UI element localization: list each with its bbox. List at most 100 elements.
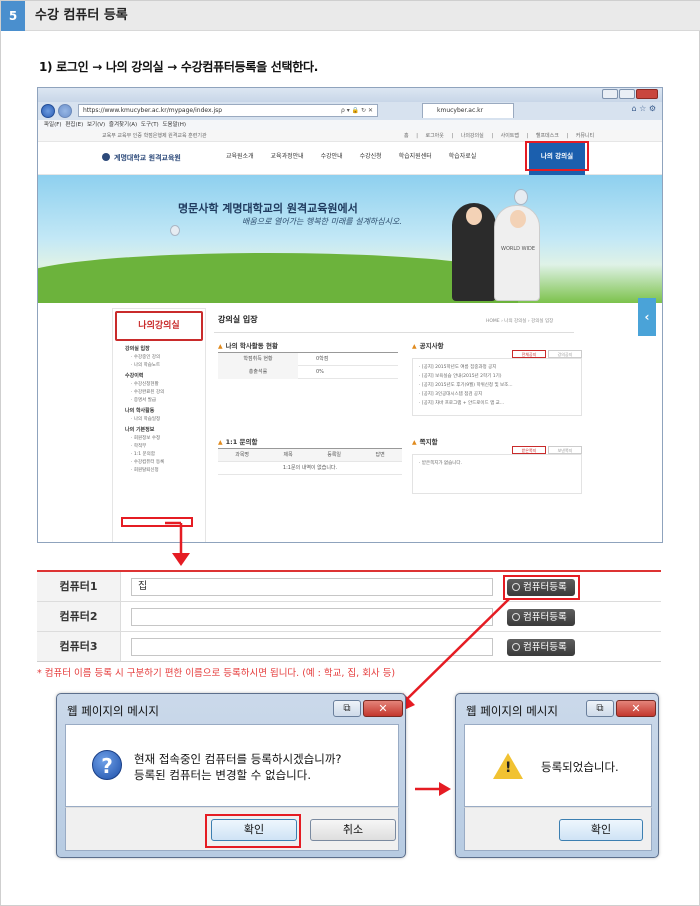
notice-item[interactable]: · [공지] 2015학년도 여름 집중과정 공지 — [419, 363, 575, 372]
result-ok-button[interactable]: 확인 — [559, 819, 643, 841]
sidebar-item[interactable]: · 수강완료된 강의 — [131, 389, 205, 395]
memo-tab-sent[interactable]: 보낸쪽지 — [548, 446, 582, 454]
memo-list: · 받은쪽지가 없습니다. — [412, 454, 582, 494]
section-header: 5 수강 컴퓨터 등록 — [1, 1, 700, 31]
collapse-arrow-icon[interactable]: ‹ — [638, 298, 656, 336]
sidebar-item[interactable]: · 1:1 문의함 — [131, 451, 205, 457]
dialog-message: 등록되었습니다. — [541, 760, 619, 774]
nav-item[interactable]: 학습지원센터 — [399, 151, 432, 160]
sidebar-item[interactable]: · 나의 학습노트 — [131, 362, 205, 368]
site-logo[interactable]: 계명대학교 원격교육원 — [114, 153, 181, 163]
form-row: 컴퓨터2 컴퓨터등록 — [37, 602, 661, 632]
address-bar-row: https://www.kmucyber.ac.kr/mypage/index.… — [38, 102, 662, 120]
confirm-cancel-button[interactable]: 취소 — [310, 819, 396, 841]
result-dialog: 웹 페이지의 메시지 ⧉ ✕ ! 등록되었습니다. 확인 — [455, 693, 659, 858]
question-icon: ? — [92, 750, 122, 780]
tutorial-page: 5 수강 컴퓨터 등록 1) 로그인 → 나의 강의실 → 수강컴퓨터등록을 선… — [0, 0, 700, 906]
dialog-title: 웹 페이지의 메시지 — [466, 704, 558, 718]
banner-title: 명문사학 계명대학교의 원격교육원에서 — [178, 202, 358, 215]
url-text: https://www.kmucyber.ac.kr/mypage/index.… — [83, 107, 223, 114]
browser-menubar[interactable]: 파일(F) 편집(E) 보기(V) 즐겨찾기(A) 도구(T) 도움말(H) — [38, 120, 662, 130]
minimize-icon[interactable] — [602, 89, 618, 99]
balloon-icon — [514, 189, 528, 205]
notice-tab-lecture[interactable]: 강의공지 — [548, 350, 582, 358]
topbar-left: 교육부 교육부 인증 학점은행제 원격교육 훈련기관 — [102, 133, 207, 139]
form-label: 컴퓨터1 — [37, 572, 121, 601]
my-lecture-sidebar: 나의강의실 강의실 입장 · 수강중인 강의 · 나의 학습노트 수강이력 · … — [112, 308, 206, 542]
arrow-to-form — [165, 521, 190, 566]
website: 교육부 교육부 인증 학점은행제 원격교육 훈련기관 홈 | 로그아웃 | 나의… — [38, 130, 662, 542]
banner-hill — [38, 253, 518, 303]
qna-header-row: 과목명 제목 등록일 답변 — [218, 449, 402, 462]
restore-icon[interactable]: ⧉ — [586, 700, 614, 717]
notice-item[interactable]: · [공지] 차바 프로그램 + 안드로이드 앱 교... — [419, 399, 575, 408]
sidebar-item[interactable]: · 증명서 발급 — [131, 397, 205, 403]
memo-section-title: ▲ 쪽지함 — [412, 438, 438, 446]
dialog-title: 웹 페이지의 메시지 — [67, 704, 159, 718]
student-photo — [452, 203, 496, 301]
sidebar-item[interactable]: · 수강신청현황 — [131, 381, 205, 387]
content-area: 강의실 입장 HOME › 나의 강의실 › 강의실 입장 ▲ 나의 학사활동 현… — [214, 308, 582, 542]
nav-items: 교육원소개 교육과정안내 수강안내 수강신청 학습지원센터 학습자료실 — [226, 151, 491, 160]
browser-tab[interactable]: kmucyber.ac.kr — [422, 103, 514, 118]
sidebar-item-computer-register[interactable]: · 수강컴퓨터 등록 — [131, 459, 205, 465]
sidebar-group[interactable]: 강의실 입장 — [125, 345, 205, 352]
nav-item[interactable]: 수강신청 — [360, 151, 382, 160]
browser-screenshot: https://www.kmucyber.ac.kr/mypage/index.… — [37, 87, 663, 543]
restore-icon[interactable]: ⧉ — [333, 700, 361, 717]
arrow-to-result — [415, 782, 451, 796]
highlight-my-lecture — [525, 141, 589, 171]
sidebar-item[interactable]: · 수강중인 강의 — [131, 354, 205, 360]
nav-item[interactable]: 교육과정안내 — [271, 151, 304, 160]
sidebar-item[interactable]: · 나의 학습일정 — [131, 416, 205, 422]
notice-list: · [공지] 2015학년도 여름 집중과정 공지 · [공지] 보육실습 안내… — [412, 358, 582, 416]
breadcrumb: HOME › 나의 강의실 › 강의실 입장 — [486, 319, 554, 324]
dialog-footer: 확인 — [464, 807, 652, 851]
close-icon[interactable] — [636, 89, 658, 99]
notice-section-title: ▲ 공지사항 — [412, 342, 444, 350]
triangle-icon: ▲ — [412, 439, 417, 446]
notice-item[interactable]: · [공지] 보육실습 안내(2015년 2학기 1기) — [419, 372, 575, 381]
warning-icon: ! — [493, 753, 523, 779]
dialog-close-button[interactable]: ✕ — [363, 700, 403, 717]
sidebar-group[interactable]: 나의 학사활동 — [125, 407, 205, 414]
notice-tab-all[interactable]: 전체공지 — [512, 350, 546, 358]
triangle-icon: ▲ — [412, 343, 417, 350]
sidebar-item[interactable]: · 회원탈퇴신청 — [131, 467, 205, 473]
sidebar-group[interactable]: 수강이력 — [125, 372, 205, 379]
nav-item[interactable]: 학습자료실 — [449, 151, 477, 160]
qna-section-title: ▲ 1:1 문의함 — [218, 438, 258, 446]
content-title: 강의실 입장 — [218, 315, 258, 324]
balloon-icon — [170, 225, 180, 236]
sidebar-group[interactable]: 나의 기본정보 — [125, 426, 205, 433]
banner-subtitle: 배움으로 열어가는 행복한 미래를 설계하십시오. — [242, 217, 402, 226]
nav-item[interactable]: 수강안내 — [321, 151, 343, 160]
activity-table: 학점취득 현황 0학점 총출석률 0% — [218, 352, 398, 379]
memo-tab-received[interactable]: 받은쪽지 — [512, 446, 546, 454]
maximize-icon[interactable] — [619, 89, 635, 99]
triangle-icon: ▲ — [218, 343, 223, 350]
forward-icon[interactable] — [58, 104, 72, 118]
confirm-dialog: 웹 페이지의 메시지 ⧉ ✕ ? 현재 접속중인 컴퓨터를 등록하시겠습니까? … — [56, 693, 406, 858]
section-title: 수강 컴퓨터 등록 — [35, 8, 128, 23]
memo-empty: · 받은쪽지가 없습니다. — [419, 461, 462, 466]
instruction-text: 1) 로그인 → 나의 강의실 → 수강컴퓨터등록을 선택한다. — [39, 60, 318, 74]
url-input[interactable]: https://www.kmucyber.ac.kr/mypage/index.… — [78, 104, 378, 117]
browser-titlebar — [38, 88, 662, 102]
url-controls: ρ ▾ 🔒 ↻ ✕ — [341, 107, 373, 114]
back-icon[interactable] — [41, 104, 55, 118]
hero-banner: 명문사학 계명대학교의 원격교육원에서 배움으로 열어가는 행복한 미래를 설계… — [38, 175, 662, 303]
computer1-input[interactable]: 집 — [131, 578, 493, 596]
highlight-ok-button — [205, 814, 301, 848]
form-row: 컴퓨터3 컴퓨터등록 — [37, 632, 661, 662]
qna-table: 과목명 제목 등록일 답변 1:1문의 내역이 없습니다. — [218, 448, 402, 475]
nav-item[interactable]: 교육원소개 — [226, 151, 254, 160]
notice-item[interactable]: · [공지] 2015년도 후기(9월) 학위신청 및 보조... — [419, 381, 575, 390]
dialog-close-button[interactable]: ✕ — [616, 700, 656, 717]
sidebar-item[interactable]: · 학적부 — [131, 443, 205, 449]
notice-item[interactable]: · [공지] 3인공대시스템 점검 공지 — [419, 390, 575, 399]
student-photo: WORLD WIDE — [494, 205, 540, 301]
dialog-body: ? 현재 접속중인 컴퓨터를 등록하시겠습니까? 등록된 컴퓨터는 변경할 수 … — [65, 724, 399, 807]
sidebar-item[interactable]: · 회원정보 수정 — [131, 435, 205, 441]
home-star-gear-icons[interactable]: ⌂ ☆ ⚙ — [631, 104, 656, 113]
